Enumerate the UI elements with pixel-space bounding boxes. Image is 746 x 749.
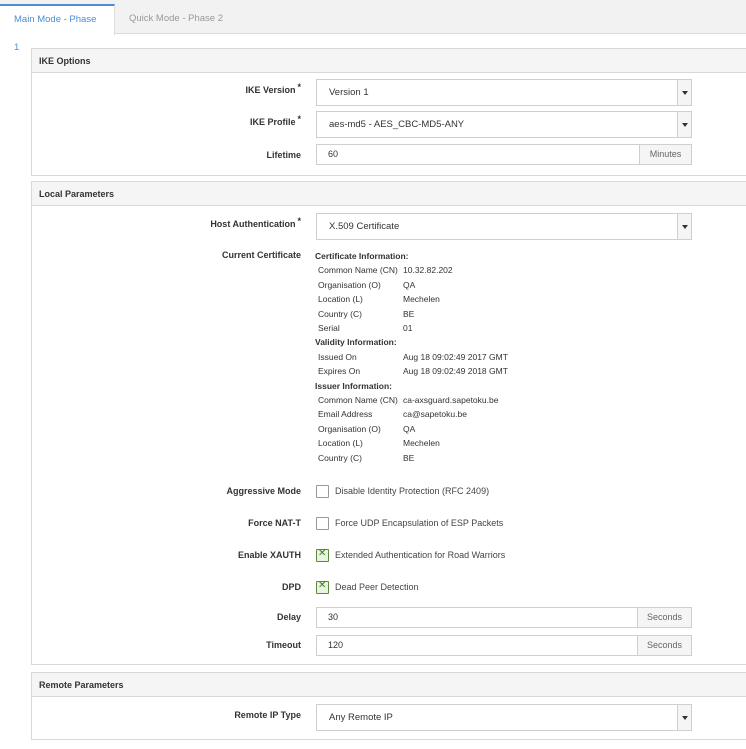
cert-field-key: Email Address: [318, 409, 373, 419]
remote-ip-type-value: Any Remote IP: [329, 712, 393, 723]
dpd-checkbox[interactable]: [316, 580, 329, 594]
ike-profile-value: aes-md5 - AES_CBC-MD5-ANY: [329, 119, 465, 130]
cert-field-key: Organisation (O): [318, 424, 381, 434]
cert-field-key: Common Name (CN): [318, 265, 398, 275]
aggressive-mode-checkbox[interactable]: [316, 485, 329, 498]
timeout-input[interactable]: 120 Seconds: [316, 635, 692, 656]
certificate-details: Certificate Information: Common Name (CN…: [315, 251, 615, 466]
aggressive-mode-label: Aggressive Mode: [226, 486, 301, 496]
force-nat-t-checkbox[interactable]: [316, 517, 329, 530]
cert-field-value: Aug 18 09:02:49 2018 GMT: [403, 366, 508, 376]
required-marker: *: [297, 216, 301, 226]
aggressive-mode-text[interactable]: Disable Identity Protection (RFC 2409): [335, 486, 489, 496]
cert-field-value: Mechelen: [403, 438, 440, 448]
cert-field-key: Country (C): [318, 453, 362, 463]
cert-field-value: ca-axsguard.sapetoku.be: [403, 395, 499, 405]
chevron-down-icon[interactable]: [677, 214, 691, 239]
cert-field-key: Location (L): [318, 438, 363, 448]
panel-title: Remote Parameters: [32, 673, 746, 697]
delay-label: Delay: [276, 612, 301, 622]
cert-field-key: Serial: [318, 323, 340, 333]
panel-title: IKE Options: [32, 49, 746, 73]
local-parameters-panel: Local Parameters Host Authentication * X.…: [31, 181, 746, 665]
required-marker: *: [297, 82, 301, 92]
dpd-text[interactable]: Dead Peer Detection: [335, 582, 419, 592]
cert-field-value: BE: [403, 453, 415, 463]
current-certificate-label: Current Certificate: [221, 250, 301, 260]
cert-field-value: Aug 18 09:02:49 2017 GMT: [403, 352, 508, 362]
lifetime-input[interactable]: 60 Minutes: [316, 144, 692, 165]
force-nat-t-label: Force NAT-T: [248, 518, 301, 528]
remote-ip-type-label: Remote IP Type: [234, 710, 301, 720]
cert-field-key: Expires On: [318, 366, 361, 376]
cert-field-value: Mechelen: [403, 294, 440, 304]
enable-xauth-text[interactable]: Extended Authentication for Road Warrior…: [335, 550, 505, 560]
dpd-label: DPD: [281, 582, 301, 592]
delay-unit: Seconds: [637, 608, 691, 627]
delay-input[interactable]: 30 Seconds: [316, 607, 692, 628]
enable-xauth-checkbox[interactable]: [316, 548, 329, 562]
tab-main-mode-phase-1[interactable]: Main Mode - Phase 1: [0, 4, 115, 53]
cert-field-value: QA: [403, 280, 416, 290]
delay-value: 30: [328, 612, 339, 622]
force-nat-t-text[interactable]: Force UDP Encapsulation of ESP Packets: [335, 518, 503, 528]
ike-options-panel: IKE Options IKE Version * Version 1 IKE P…: [31, 48, 746, 176]
timeout-value: 120: [328, 640, 344, 650]
remote-parameters-panel: Remote Parameters Remote IP Type Any Rem…: [31, 672, 746, 740]
timeout-label: Timeout: [266, 640, 301, 650]
tab-bar: Main Mode - Phase 1 Quick Mode - Phase 2: [0, 0, 746, 53]
cert-field-value: QA: [403, 424, 416, 434]
lifetime-value: 60: [328, 149, 339, 159]
remote-ip-type-select[interactable]: Any Remote IP: [316, 704, 692, 731]
cert-field-key: Country (C): [318, 309, 362, 319]
cert-field-value: ca@sapetoku.be: [403, 409, 467, 419]
host-authentication-label: Host Authentication *: [210, 216, 301, 229]
ike-version-label: IKE Version *: [245, 82, 301, 95]
cert-field-key: Organisation (O): [318, 280, 381, 290]
host-authentication-value: X.509 Certificate: [329, 221, 400, 232]
cert-field-value: 01: [403, 323, 413, 333]
enable-xauth-label: Enable XAUTH: [237, 550, 301, 560]
cert-field-value: 10.32.82.202: [403, 265, 453, 275]
cert-field-value: BE: [403, 309, 415, 319]
lifetime-unit: Minutes: [639, 145, 691, 164]
ike-version-value: Version 1: [329, 87, 369, 98]
host-authentication-select[interactable]: X.509 Certificate: [316, 213, 692, 240]
cert-field-key: Common Name (CN): [318, 395, 398, 405]
chevron-down-icon[interactable]: [677, 80, 691, 105]
ike-version-select[interactable]: Version 1: [316, 79, 692, 106]
cert-info-header: Certificate Information:: [315, 251, 409, 261]
chevron-down-icon[interactable]: [677, 112, 691, 137]
required-marker: *: [297, 114, 301, 124]
lifetime-label: Lifetime: [266, 150, 301, 160]
ike-profile-select[interactable]: aes-md5 - AES_CBC-MD5-ANY: [316, 111, 692, 138]
tab-quick-mode-phase-2[interactable]: Quick Mode - Phase 2: [115, 4, 237, 34]
ike-profile-label: IKE Profile *: [249, 114, 301, 127]
issuer-header: Issuer Information:: [315, 381, 392, 391]
panel-title: Local Parameters: [32, 182, 746, 206]
cert-field-key: Location (L): [318, 294, 363, 304]
cert-field-key: Issued On: [318, 352, 357, 362]
timeout-unit: Seconds: [637, 636, 691, 655]
chevron-down-icon[interactable]: [677, 705, 691, 730]
validity-header: Validity Information:: [315, 337, 397, 347]
